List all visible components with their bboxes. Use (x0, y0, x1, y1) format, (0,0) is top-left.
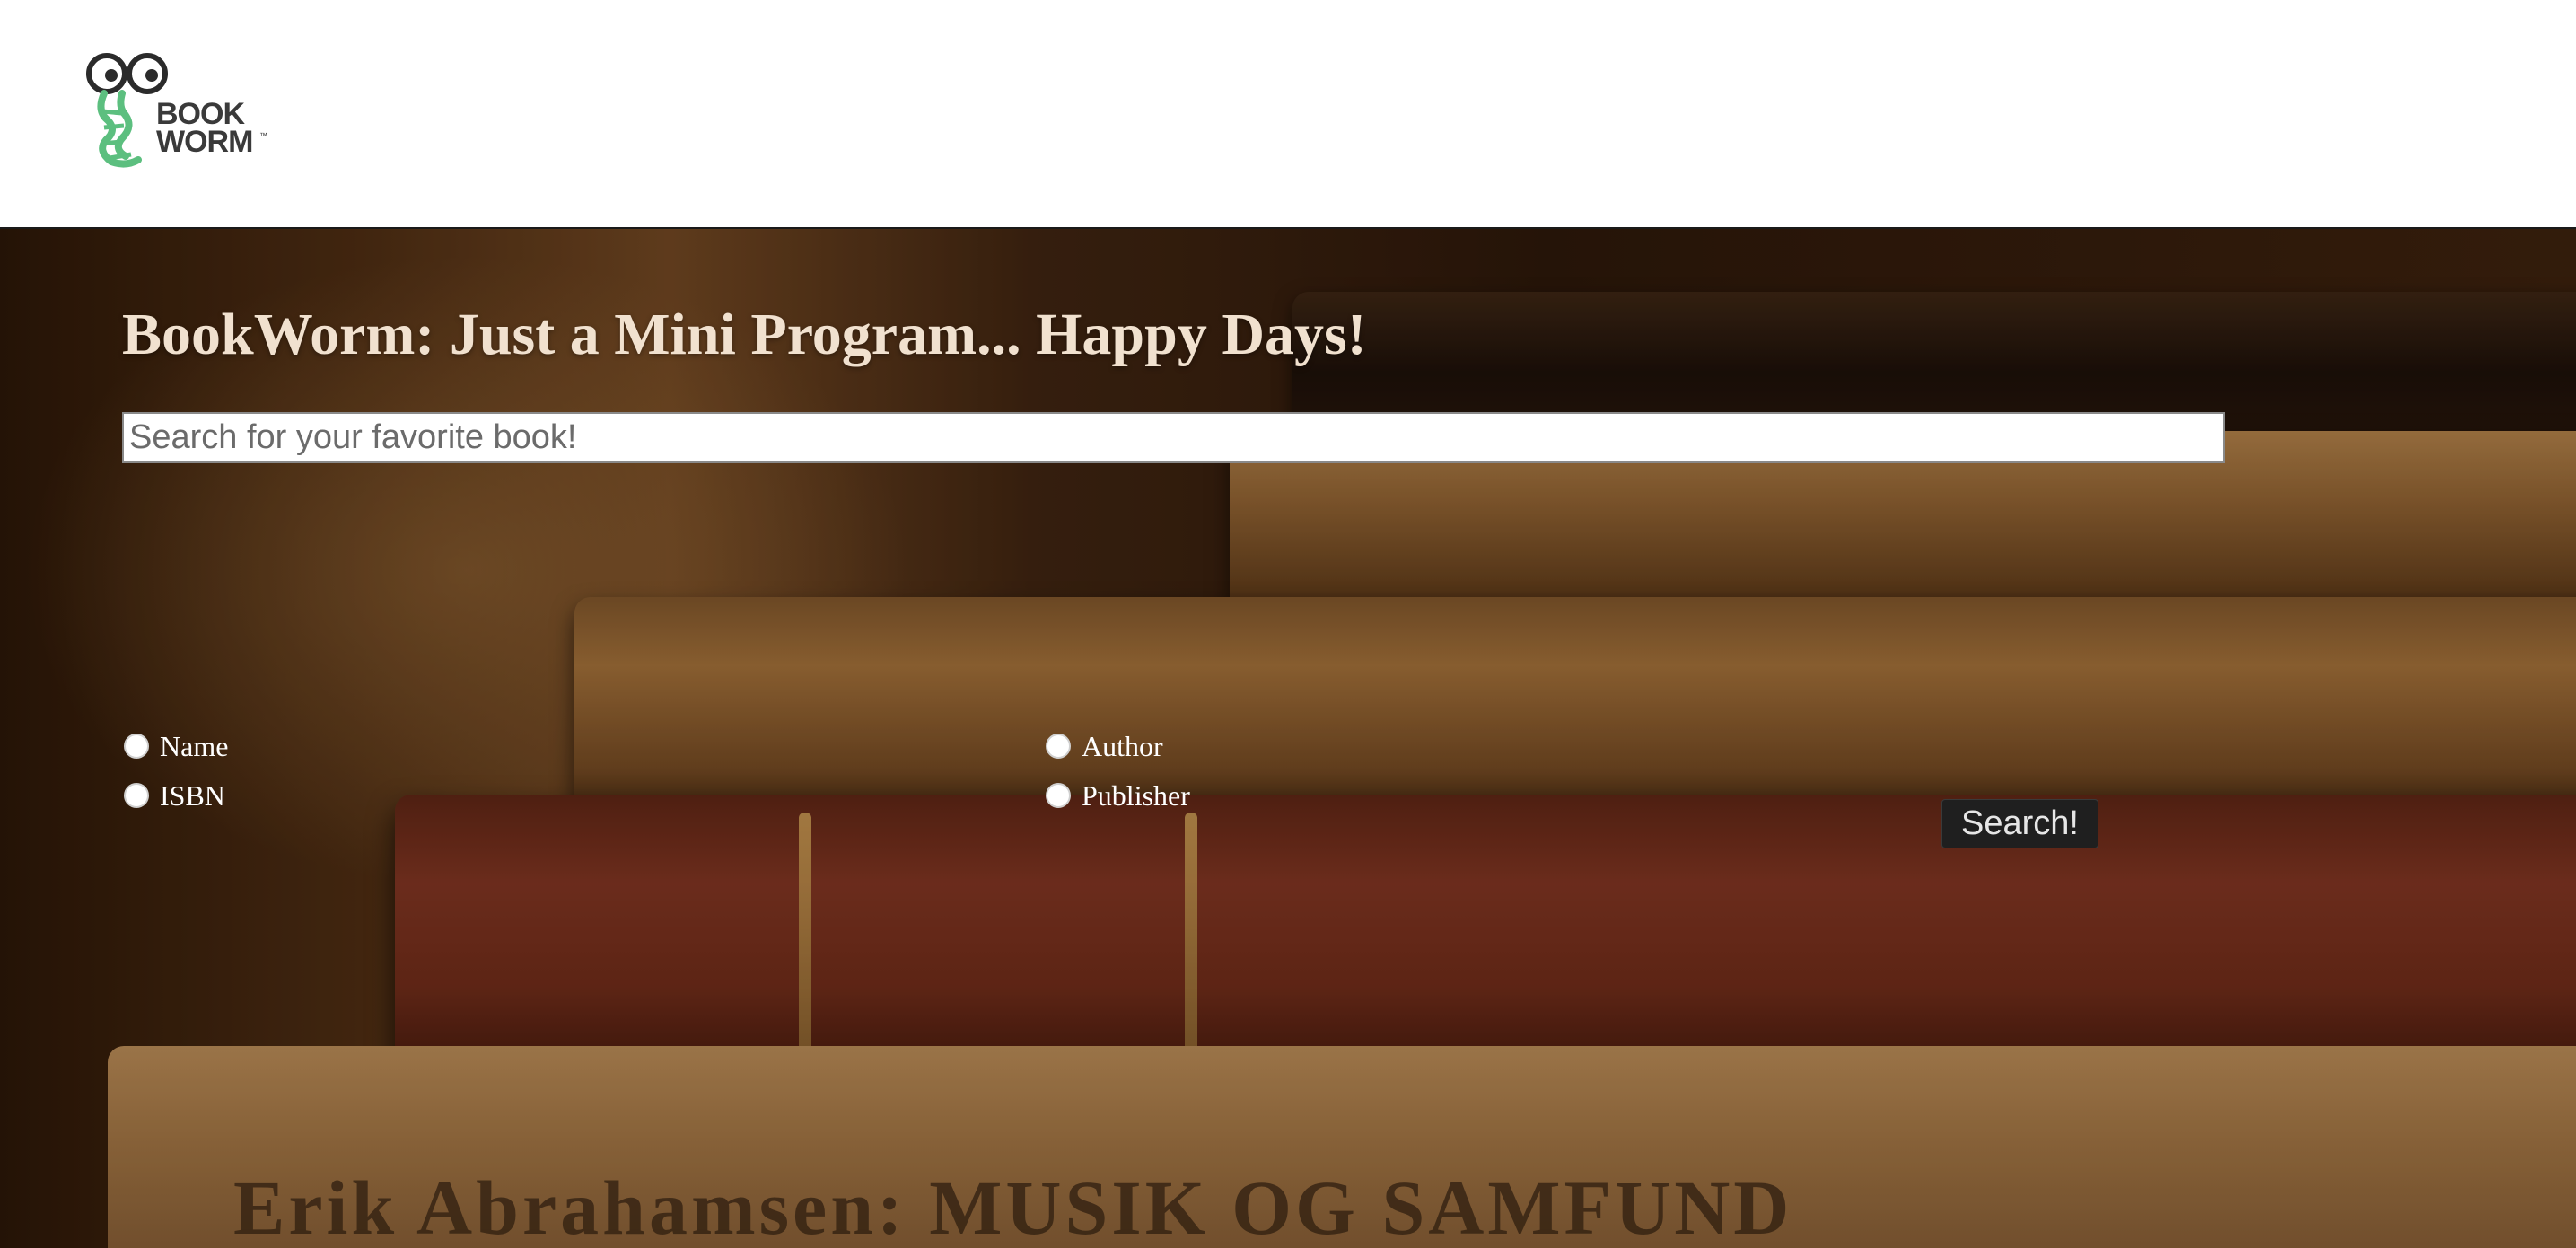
logo-line-2: WORM (156, 125, 253, 159)
search-input[interactable] (122, 412, 2225, 463)
page-title: BookWorm: Just a Mini Program... Happy D… (122, 302, 1367, 367)
filter-label: Author (1082, 729, 1163, 762)
logo-wordmark: BOOK WORM (156, 99, 253, 159)
filter-name-option[interactable]: Name (124, 728, 228, 764)
filter-label: Name (160, 729, 229, 762)
filter-publisher-option[interactable]: Publisher (1046, 778, 1190, 813)
filter-author-option[interactable]: Author (1046, 728, 1163, 764)
radio-button[interactable] (1046, 734, 1071, 759)
radio-button[interactable] (1046, 783, 1071, 808)
radio-button[interactable] (124, 734, 149, 759)
filter-isbn-option[interactable]: ISBN (124, 778, 225, 813)
filter-label: Publisher (1082, 778, 1190, 812)
site-header: BOOK WORM ™ (0, 0, 2576, 229)
filter-label: ISBN (160, 778, 225, 812)
radio-button[interactable] (124, 783, 149, 808)
search-button[interactable]: Search! (1941, 799, 2098, 848)
bookworm-logo[interactable]: BOOK WORM ™ (83, 47, 271, 172)
hero-overlay (0, 229, 2576, 1248)
hero-banner: Erik Abrahamsen: MUSIK OG SAMFUND (0, 229, 2576, 1248)
trademark-symbol: ™ (259, 131, 267, 140)
